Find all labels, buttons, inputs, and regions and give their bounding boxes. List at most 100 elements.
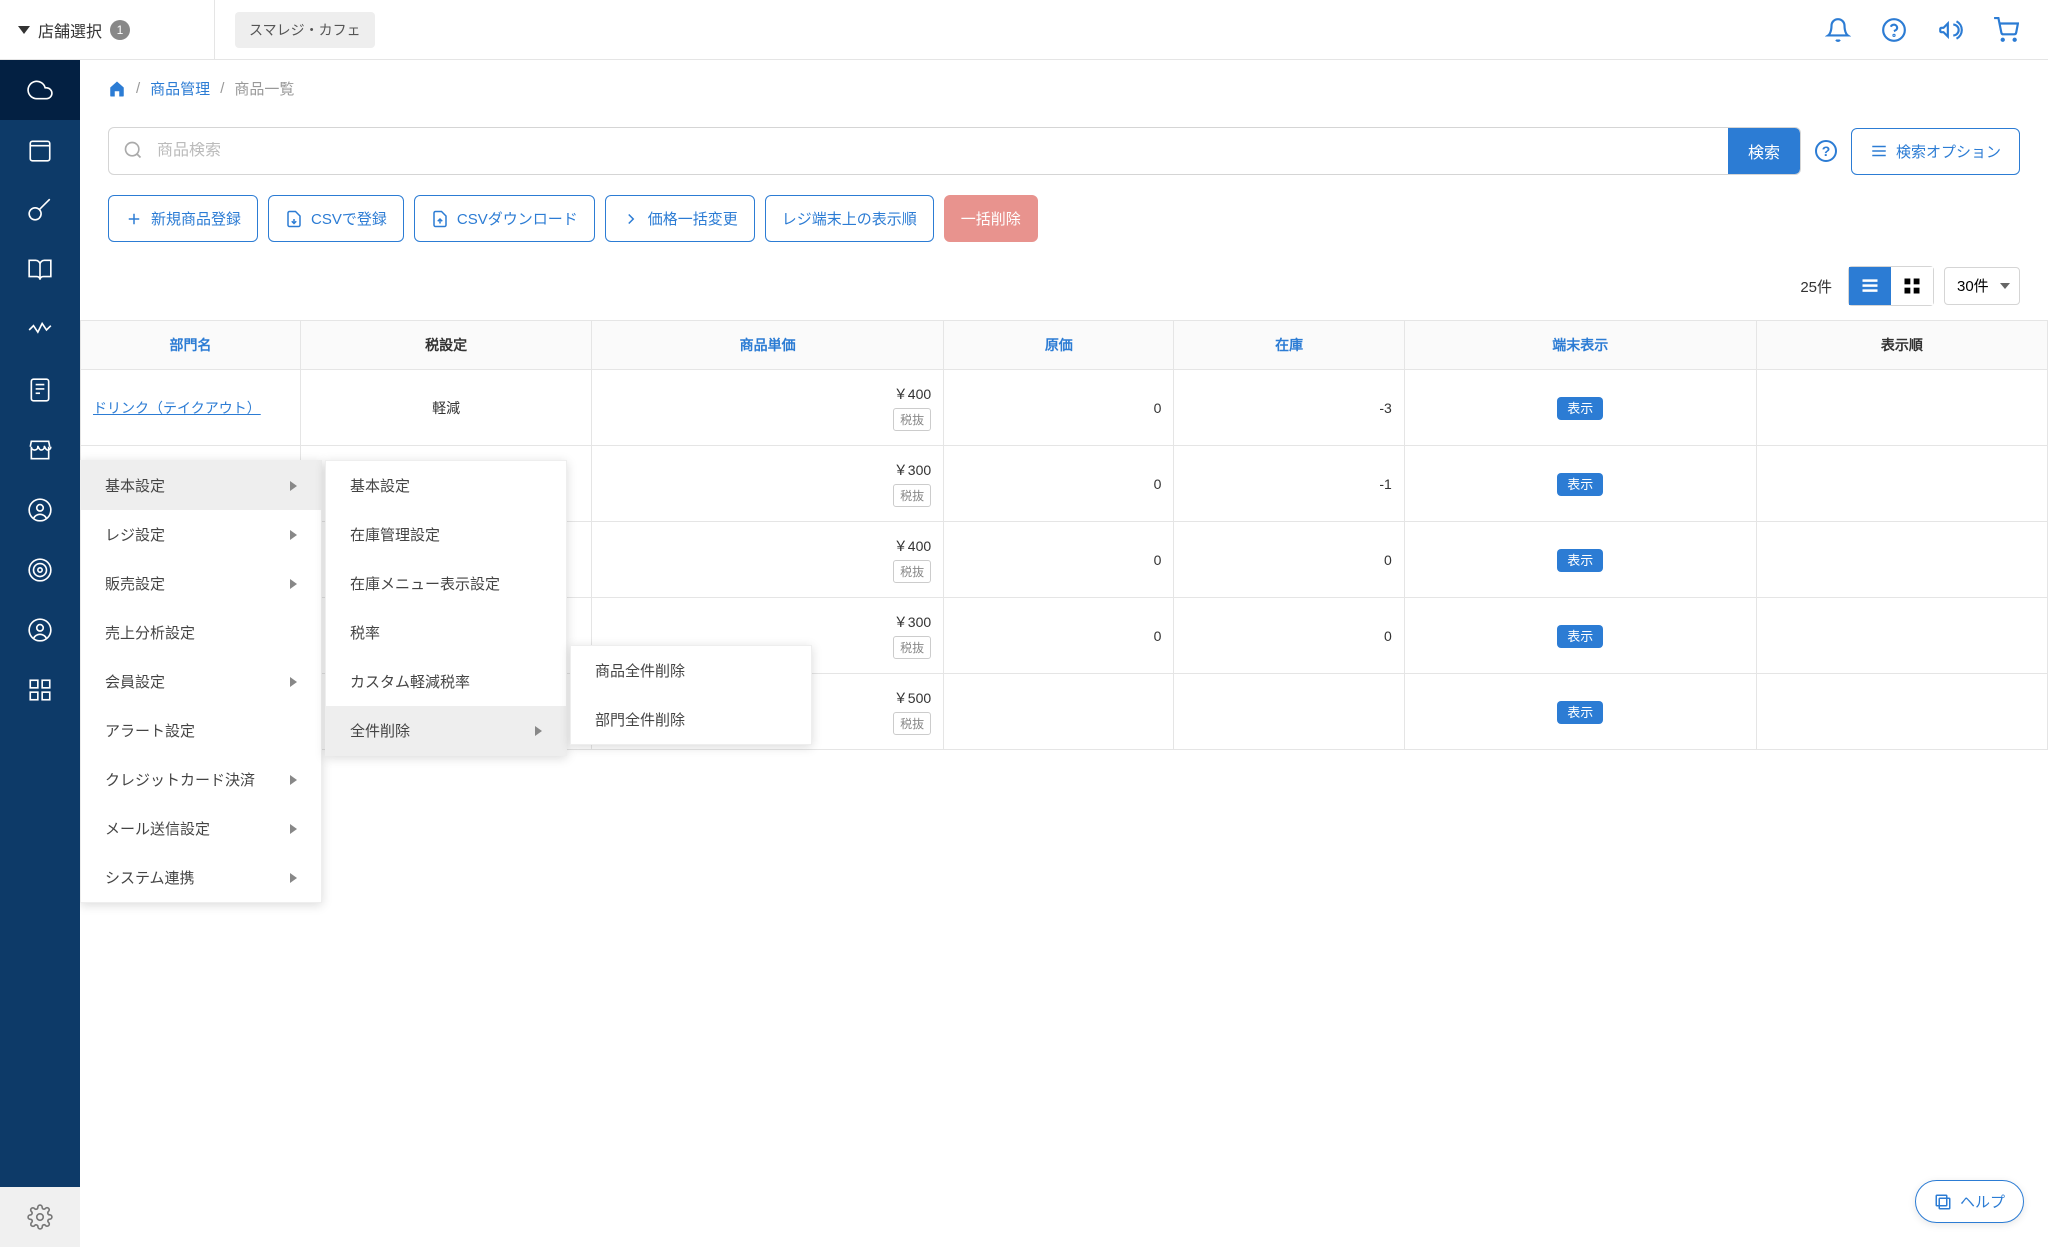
sidebar-item-receipt[interactable] [0, 360, 80, 420]
bulk-delete-button[interactable]: 一括削除 [944, 195, 1038, 242]
search-icon [109, 140, 157, 163]
per-page-select[interactable]: 30件 [1944, 267, 2020, 305]
megaphone-icon[interactable] [1936, 16, 1964, 44]
store-count-badge: 1 [110, 20, 130, 40]
flyout-item[interactable]: メール送信設定 [81, 804, 321, 853]
sidebar-item-user[interactable] [0, 600, 80, 660]
breadcrumb: / 商品管理 / 商品一覧 [80, 60, 2048, 117]
terminal-order-button[interactable]: レジ端末上の表示順 [765, 195, 934, 242]
store-select[interactable]: 店舗選択 1 [0, 0, 215, 59]
flyout-item[interactable]: クレジットカード決済 [81, 755, 321, 804]
cell-order [1756, 370, 2047, 446]
sidebar-item-settings[interactable] [0, 1187, 80, 1247]
cell-terminal: 表示 [1404, 370, 1756, 446]
settings-flyout-3: 商品全件削除部門全件削除 [570, 645, 812, 745]
home-icon[interactable] [108, 80, 126, 98]
caret-down-icon [18, 26, 30, 34]
cell-dept: ドリンク（テイクアウト） [81, 370, 301, 446]
new-product-button[interactable]: 新規商品登録 [108, 195, 258, 242]
sidebar-item-store[interactable] [0, 420, 80, 480]
cell-price: ￥400税抜 [592, 370, 944, 446]
flyout-item[interactable]: 販売設定 [81, 559, 321, 608]
cell-terminal: 表示 [1404, 522, 1756, 598]
cell-cost: 0 [944, 598, 1174, 674]
sidebar-item-key[interactable] [0, 180, 80, 240]
main-content: / 商品管理 / 商品一覧 検索 ? 検索オプション 新規商品登録 CSVで登録… [80, 60, 2048, 1247]
sidebar-item-book[interactable] [0, 240, 80, 300]
sidebar-item-member[interactable] [0, 480, 80, 540]
breadcrumb-link[interactable]: 商品管理 [150, 78, 210, 99]
col-terminal[interactable]: 端末表示 [1404, 321, 1756, 370]
sidebar-item-grid[interactable] [0, 660, 80, 720]
flyout-item[interactable]: 会員設定 [81, 657, 321, 706]
settings-flyout-1: 基本設定レジ設定販売設定売上分析設定会員設定アラート設定クレジットカード決済メー… [80, 460, 322, 903]
col-price[interactable]: 商品単価 [592, 321, 944, 370]
cell-cost: 0 [944, 446, 1174, 522]
cell-cost: 0 [944, 522, 1174, 598]
help-pill[interactable]: ヘルプ [1915, 1180, 2024, 1223]
cell-terminal: 表示 [1404, 674, 1756, 750]
flyout-item[interactable]: 全件削除 [326, 706, 566, 755]
cell-stock: -1 [1174, 446, 1404, 522]
sidebar-item-target[interactable] [0, 540, 80, 600]
flyout-item[interactable]: 部門全件削除 [571, 695, 811, 744]
flyout-item[interactable]: アラート設定 [81, 706, 321, 755]
chevron-right-icon [290, 677, 297, 687]
col-cost[interactable]: 原価 [944, 321, 1174, 370]
chevron-right-icon [290, 775, 297, 785]
csv-register-button[interactable]: CSVで登録 [268, 195, 404, 242]
cell-tax: 軽減 [301, 370, 592, 446]
col-stock[interactable]: 在庫 [1174, 321, 1404, 370]
cell-stock [1174, 674, 1404, 750]
search-input[interactable] [157, 142, 1728, 160]
chevron-right-icon [290, 481, 297, 491]
search-options-button[interactable]: 検索オプション [1851, 128, 2020, 175]
cart-icon[interactable] [1992, 16, 2020, 44]
cell-price: ￥300税抜 [592, 446, 944, 522]
flyout-item[interactable]: 基本設定 [81, 461, 321, 510]
cell-cost [944, 674, 1174, 750]
chevron-right-icon [535, 726, 542, 736]
cell-order [1756, 522, 2047, 598]
sidebar-item-products[interactable] [0, 120, 80, 180]
chevron-right-icon [290, 824, 297, 834]
view-toggle [1848, 266, 1934, 306]
flyout-item[interactable]: 在庫メニュー表示設定 [326, 559, 566, 608]
sidebar-item-cloud[interactable] [0, 60, 80, 120]
per-page-select-wrap: 30件 [1944, 267, 2020, 305]
flyout-item[interactable]: レジ設定 [81, 510, 321, 559]
search-button[interactable]: 検索 [1728, 127, 1800, 175]
list-view-button[interactable] [1849, 267, 1891, 305]
bell-icon[interactable] [1824, 16, 1852, 44]
search-help-icon[interactable]: ? [1815, 140, 1837, 162]
grid-view-button[interactable] [1891, 267, 1933, 305]
csv-download-button[interactable]: CSVダウンロード [414, 195, 595, 242]
top-bar-actions [1824, 16, 2048, 44]
flyout-item[interactable]: 商品全件削除 [571, 646, 811, 695]
col-tax: 税設定 [301, 321, 592, 370]
cell-order [1756, 446, 2047, 522]
cell-order [1756, 674, 2047, 750]
store-select-label: 店舗選択 [38, 18, 102, 42]
price-bulk-button[interactable]: 価格一括変更 [605, 195, 755, 242]
cell-terminal: 表示 [1404, 598, 1756, 674]
view-row: 25件 30件 [80, 266, 2048, 320]
settings-flyout-2: 基本設定在庫管理設定在庫メニュー表示設定税率カスタム軽減税率全件削除 [325, 460, 567, 756]
sidebar-item-analytics[interactable] [0, 300, 80, 360]
flyout-item[interactable]: カスタム軽減税率 [326, 657, 566, 706]
result-count: 25件 [1800, 276, 1832, 297]
table-row: ドリンク（テイクアウト） 軽減 ￥400税抜 0 -3 表示 [81, 370, 2048, 446]
flyout-item[interactable]: 在庫管理設定 [326, 510, 566, 559]
flyout-item[interactable]: 基本設定 [326, 461, 566, 510]
tenant-chip[interactable]: スマレジ・カフェ [235, 12, 375, 48]
search-wrapper: 検索 [108, 127, 1801, 175]
flyout-item[interactable]: 税率 [326, 608, 566, 657]
col-dept[interactable]: 部門名 [81, 321, 301, 370]
help-icon[interactable] [1880, 16, 1908, 44]
sidebar [0, 60, 80, 1247]
search-row: 検索 ? 検索オプション [80, 117, 2048, 195]
cell-stock: 0 [1174, 522, 1404, 598]
flyout-item[interactable]: 売上分析設定 [81, 608, 321, 657]
col-order: 表示順 [1756, 321, 2047, 370]
flyout-item[interactable]: システム連携 [81, 853, 321, 902]
